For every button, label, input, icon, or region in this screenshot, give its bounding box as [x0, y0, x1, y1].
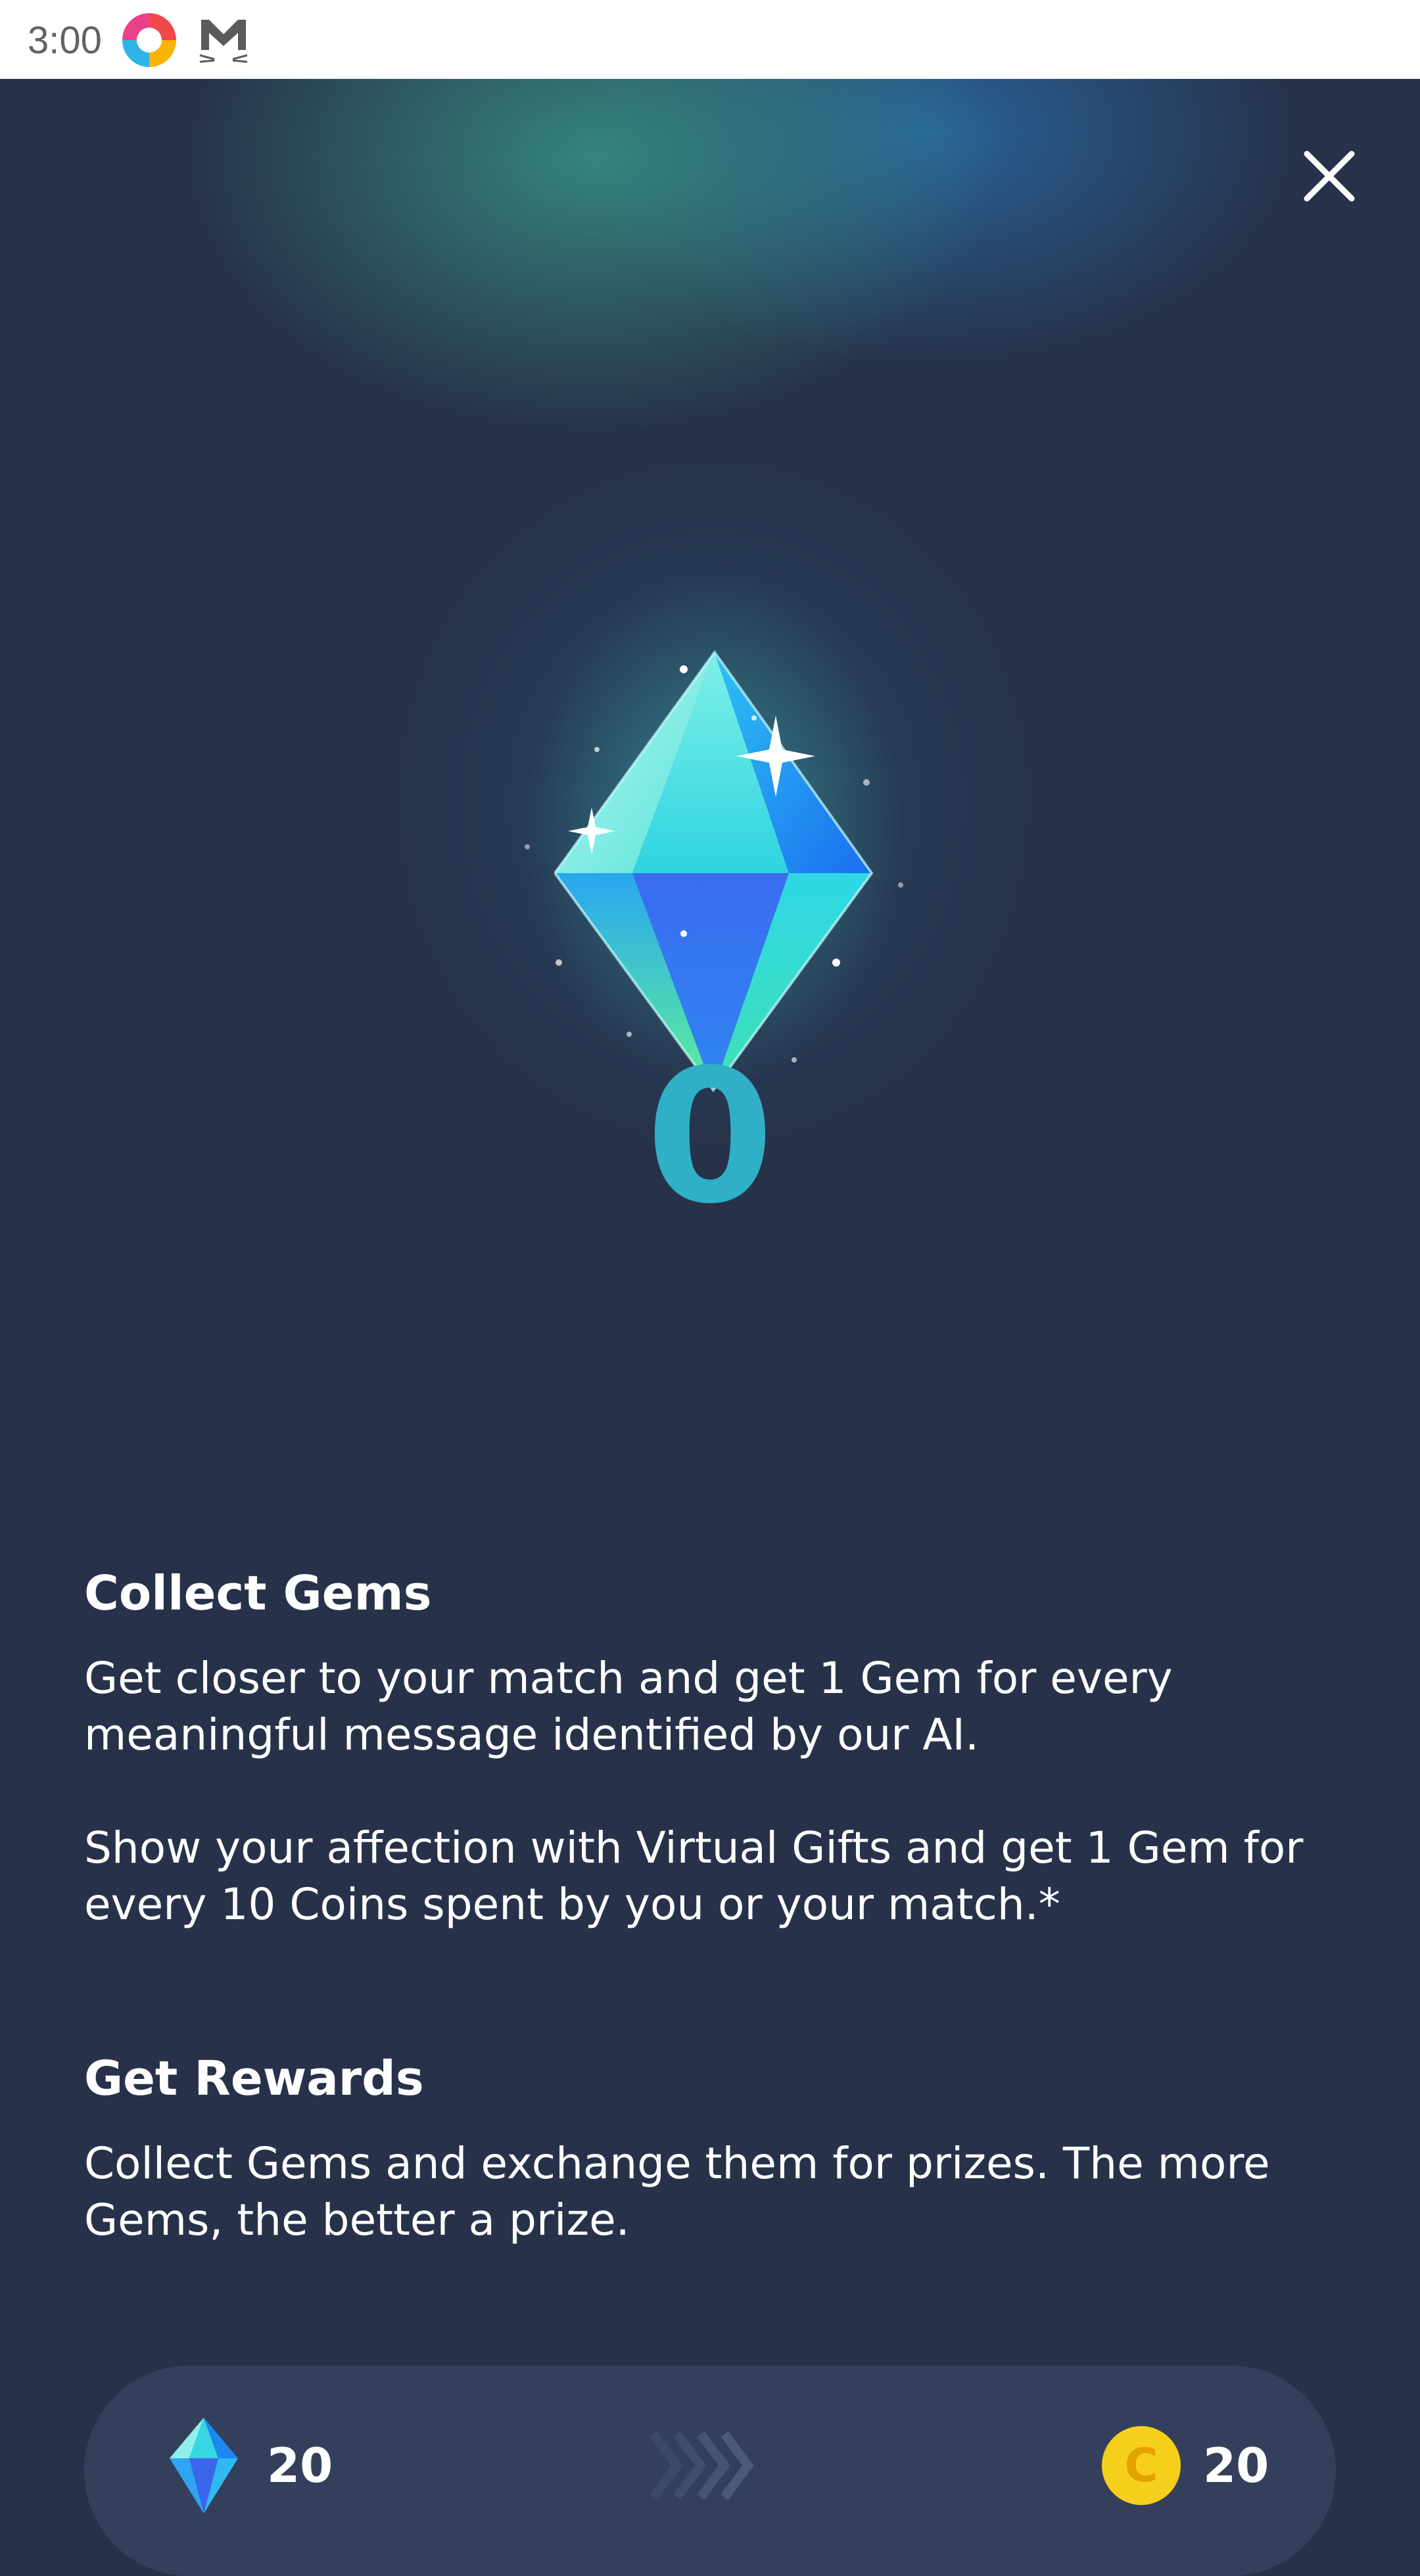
exchange-coin-value: 20 — [1203, 2438, 1269, 2493]
exchange-gem-value: 20 — [267, 2438, 333, 2493]
status-bar: 3:00 — [0, 0, 1420, 79]
get-rewards-text: Collect Gems and exchange them for prize… — [84, 2138, 1270, 2245]
gem-icon — [170, 2418, 238, 2514]
collect-gems-title: Collect Gems — [84, 1565, 432, 1621]
collect-gems-text-1: Get closer to your match and get 1 Gem f… — [84, 1653, 1173, 1760]
chevrons-right-icon — [651, 2431, 754, 2500]
status-time: 3:00 — [28, 19, 102, 62]
app-notification-icon — [122, 13, 176, 67]
mail-icon — [199, 20, 248, 63]
coin-icon: C — [1102, 2426, 1181, 2505]
get-rewards-title: Get Rewards — [84, 2051, 424, 2106]
close-icon[interactable] — [1298, 145, 1361, 208]
gems-screen: 0 Collect Gems Get closer to your match … — [0, 79, 1420, 2576]
gem-icon — [523, 572, 904, 1093]
collect-gems-text-2: Show your affection with Virtual Gifts a… — [84, 1823, 1304, 1930]
gem-coin-exchange: 20 C 20 — [84, 2366, 1336, 2576]
gem-count: 0 — [646, 1030, 774, 1245]
